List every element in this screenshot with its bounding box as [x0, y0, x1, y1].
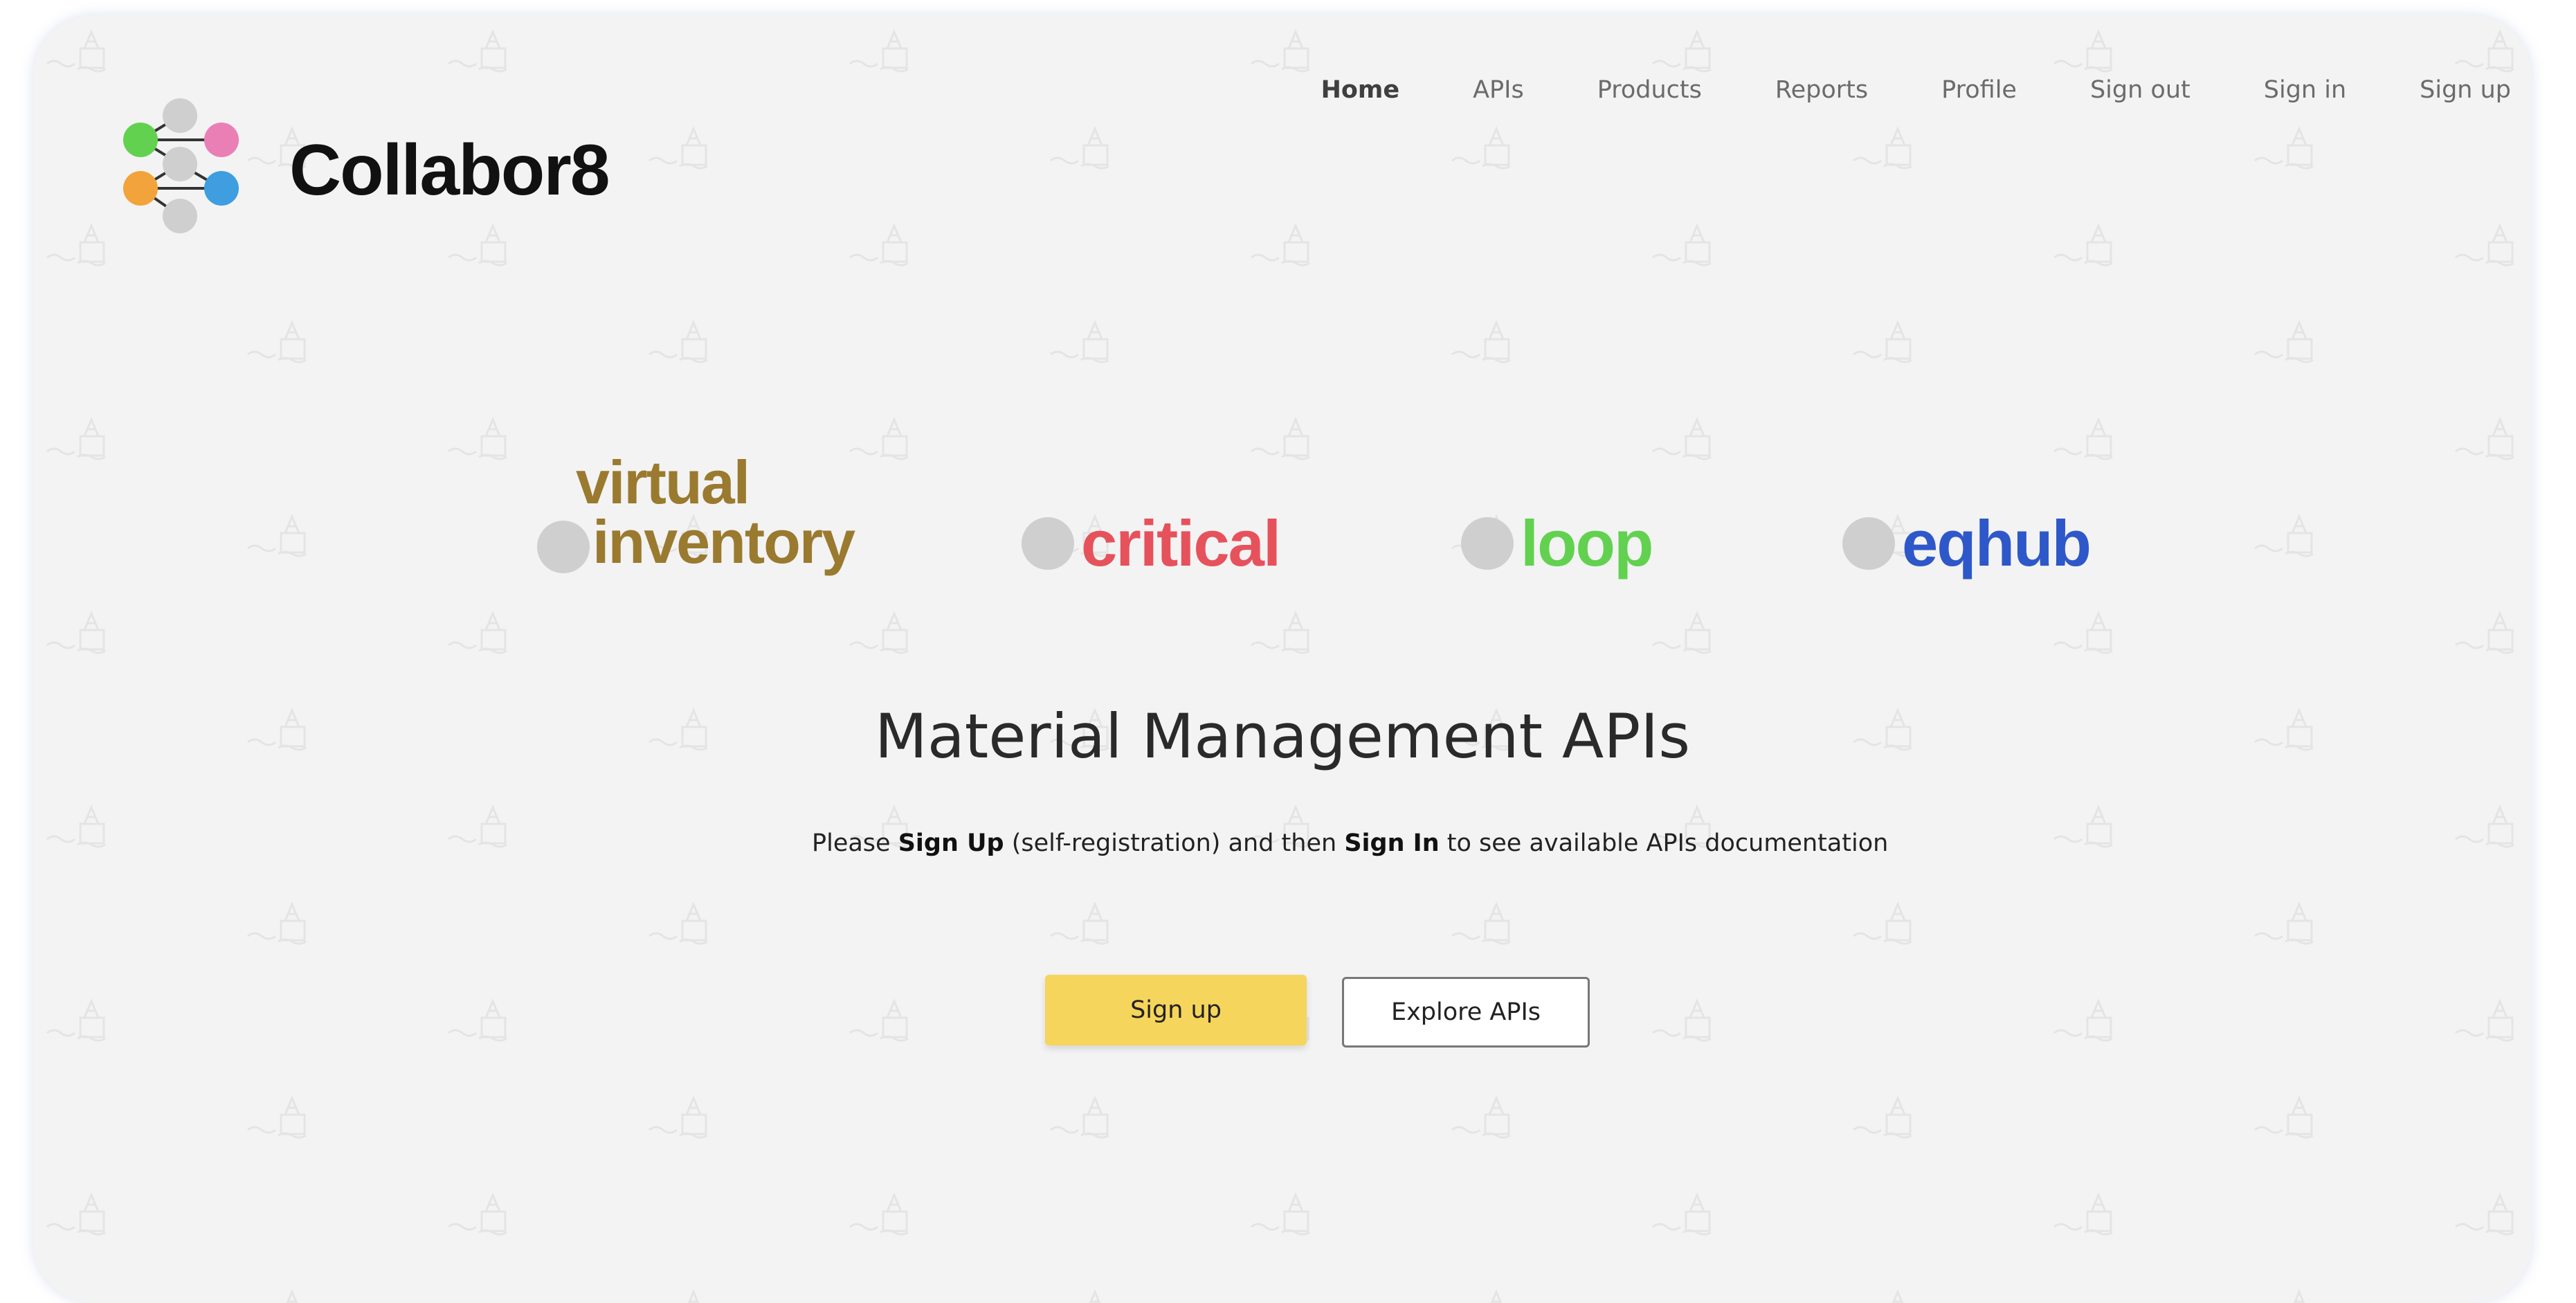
page-title: Material Management APIs: [874, 701, 1691, 772]
product-eqhub-label: eqhub: [1902, 507, 2092, 579]
brand-name: Collabor8: [289, 129, 610, 210]
product-dot-icon: [1461, 517, 1514, 570]
product-eqhub[interactable]: eqhub: [1842, 507, 2092, 579]
brand-logo[interactable]: Collabor8: [116, 84, 610, 251]
page-frame: Collabor8 Home APIs Products Reports Pro…: [33, 15, 2532, 1303]
top-nav: Home APIs Products Reports Profile Sign …: [1248, 76, 2511, 104]
network-logo-icon: [123, 98, 239, 233]
intro-text: Please Sign Up (self-registration) and t…: [812, 829, 1889, 857]
product-loop-label: loop: [1521, 507, 1653, 579]
nav-sign-in[interactable]: Sign in: [2264, 76, 2346, 104]
product-virtual-inventory[interactable]: virtual inventory: [537, 447, 855, 576]
nav-profile[interactable]: Profile: [1941, 76, 2017, 104]
sign-up-button[interactable]: Sign up: [1045, 975, 1307, 1045]
nav-products[interactable]: Products: [1597, 76, 1702, 104]
product-virtual-inventory-label: virtual inventory: [576, 447, 855, 576]
product-critical[interactable]: critical: [1022, 507, 1281, 579]
nav-apis[interactable]: APIs: [1473, 76, 1524, 104]
nav-reports[interactable]: Reports: [1775, 76, 1868, 104]
nav-sign-up[interactable]: Sign up: [2420, 76, 2511, 104]
product-loop[interactable]: loop: [1461, 507, 1653, 579]
product-dot-icon: [1022, 517, 1074, 570]
product-dot-icon: [1842, 517, 1895, 570]
product-critical-label: critical: [1081, 507, 1281, 579]
nav-sign-out[interactable]: Sign out: [2090, 76, 2190, 104]
nav-home[interactable]: Home: [1321, 76, 1400, 104]
explore-apis-button[interactable]: Explore APIs: [1342, 977, 1590, 1048]
